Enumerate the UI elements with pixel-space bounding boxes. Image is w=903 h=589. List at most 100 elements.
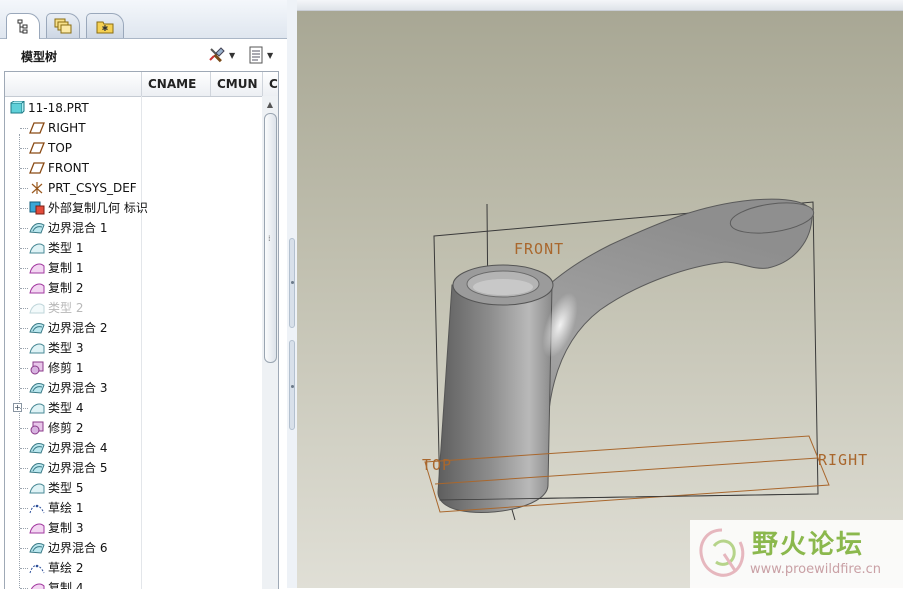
tree-item[interactable]: 复制 2	[5, 278, 261, 298]
surface-type-icon	[29, 483, 45, 494]
datum-label-right[interactable]: RIGHT	[818, 451, 868, 469]
show-list-icon	[249, 46, 263, 64]
layers-icon	[54, 18, 72, 34]
tree-item[interactable]: 修剪 2	[5, 418, 261, 438]
datum-label-front[interactable]: FRONT	[514, 240, 564, 258]
tree-item[interactable]: 复制 4	[5, 578, 261, 589]
tree-item-label: 复制 2	[48, 281, 84, 295]
tree-item-label: PRT_CSYS_DEF	[48, 181, 137, 195]
tree-branch-line	[20, 528, 28, 529]
tree-branch-line	[20, 308, 28, 309]
column-header-cname[interactable]: CNAME	[141, 72, 210, 96]
scroll-thumb[interactable]: ⁞	[264, 113, 277, 363]
tree-branch-line	[20, 148, 28, 149]
vertical-scrollbar[interactable]: ▲ ⁞	[262, 96, 278, 589]
tree-branch-line	[20, 568, 28, 569]
tree-branch-line	[20, 228, 28, 229]
tree-branch-line	[20, 408, 28, 409]
trim-icon	[30, 421, 44, 435]
tree-item-label: RIGHT	[48, 121, 86, 135]
tree-item-label: 类型 1	[48, 241, 84, 255]
model-tree-header: 模型树 ▼ ▼	[0, 39, 287, 71]
tree-settings-button[interactable]: ▼	[208, 45, 235, 65]
scroll-up-arrow-icon[interactable]: ▲	[262, 99, 278, 111]
model-tree-pane: ✱ 模型树 ▼ ▼ CNAME CMUN C 11-18.PRT RIGHT T…	[0, 0, 288, 589]
tree-item-label: 边界混合 5	[48, 461, 108, 475]
pane-splitter[interactable]	[287, 0, 297, 588]
graphics-viewport[interactable]: FRONT TOP RIGHT	[297, 0, 903, 588]
tree-branch-line	[20, 548, 28, 549]
tree-branch-line	[20, 168, 28, 169]
column-header-cmun[interactable]: CMUN	[210, 72, 262, 96]
datum-plane-icon	[29, 122, 45, 134]
model-tree-icon	[17, 19, 28, 33]
tree-item[interactable]: 边界混合 6	[5, 538, 261, 558]
favorites-folder-icon: ✱	[96, 21, 114, 33]
tree-root-item[interactable]: 11-18.PRT	[5, 98, 261, 118]
tree-branch-line	[20, 448, 28, 449]
tree-item[interactable]: 边界混合 1	[5, 218, 261, 238]
tree-item[interactable]: 边界混合 4	[5, 438, 261, 458]
tree-branch-line	[20, 388, 28, 389]
model-view[interactable]	[297, 0, 903, 588]
tab-model-tree[interactable]	[6, 13, 40, 39]
panel-title: 模型树	[21, 50, 58, 64]
tree-item[interactable]: 复制 3	[5, 518, 261, 538]
tree-item[interactable]: 边界混合 2	[5, 318, 261, 338]
boundary-blend-icon	[29, 443, 45, 454]
column-header-c[interactable]: C	[262, 72, 278, 96]
tree-item[interactable]: 边界混合 5	[5, 458, 261, 478]
tree-item[interactable]: 外部复制几何 标识	[5, 198, 261, 218]
datum-plane-icon	[29, 142, 45, 154]
part-icon	[10, 101, 25, 114]
tree-item[interactable]: 类型 2	[5, 298, 261, 318]
tree-item-label: 11-18.PRT	[28, 101, 89, 115]
tree-branch-line	[20, 288, 28, 289]
sketch-icon	[29, 564, 45, 574]
copy-icon	[29, 263, 45, 274]
navigator-tab-strip: ✱	[0, 0, 287, 39]
tree-item-label: 修剪 2	[48, 421, 84, 435]
pillar-body[interactable]	[437, 284, 553, 514]
datum-plane-icon	[29, 162, 45, 174]
tree-item-label: 复制 1	[48, 261, 84, 275]
tree-item-label: 草绘 2	[48, 561, 84, 575]
tree-item-label: 草绘 1	[48, 501, 84, 515]
tree-item[interactable]: 类型 1	[5, 238, 261, 258]
surface-type-icon	[29, 303, 45, 314]
surface-type-icon	[29, 243, 45, 254]
tree-item-label: 边界混合 2	[48, 321, 108, 335]
tree-item[interactable]: FRONT	[5, 158, 261, 178]
tree-branch-line	[20, 268, 28, 269]
tab-layers[interactable]	[46, 13, 80, 38]
tab-favorites[interactable]: ✱	[86, 13, 124, 38]
tree-item-label: 边界混合 1	[48, 221, 108, 235]
tree-branch-line	[20, 508, 28, 509]
tree-item[interactable]: 边界混合 3	[5, 378, 261, 398]
trim-icon	[30, 361, 44, 375]
tree-item-label: 边界混合 4	[48, 441, 108, 455]
splitter-handle-top[interactable]	[289, 238, 295, 328]
tree-branch-line	[20, 348, 28, 349]
tree-branch-line	[20, 468, 28, 469]
tree-item[interactable]: TOP	[5, 138, 261, 158]
tree-branch-line	[20, 208, 28, 209]
settings-tools-icon	[209, 47, 225, 63]
tree-item[interactable]: + 类型 4	[5, 398, 261, 418]
datum-label-top[interactable]: TOP	[422, 456, 452, 474]
tree-item[interactable]: RIGHT	[5, 118, 261, 138]
svg-text:✱: ✱	[102, 24, 109, 33]
splitter-handle-bottom[interactable]	[289, 340, 295, 430]
watermark-title: 野火论坛	[752, 530, 865, 560]
tree-item[interactable]: 草绘 2	[5, 558, 261, 578]
tree-item[interactable]: 类型 3	[5, 338, 261, 358]
tree-show-button[interactable]: ▼	[248, 45, 273, 65]
tree-item[interactable]: 类型 5	[5, 478, 261, 498]
tree-item-label: 类型 5	[48, 481, 84, 495]
tree-item[interactable]: PRT_CSYS_DEF	[5, 178, 261, 198]
tree-item-label: 类型 2	[48, 301, 84, 315]
tree-item[interactable]: 修剪 1	[5, 358, 261, 378]
tree-item[interactable]: 复制 1	[5, 258, 261, 278]
tree-item[interactable]: 草绘 1	[5, 498, 261, 518]
tree-branch-line	[20, 248, 28, 249]
